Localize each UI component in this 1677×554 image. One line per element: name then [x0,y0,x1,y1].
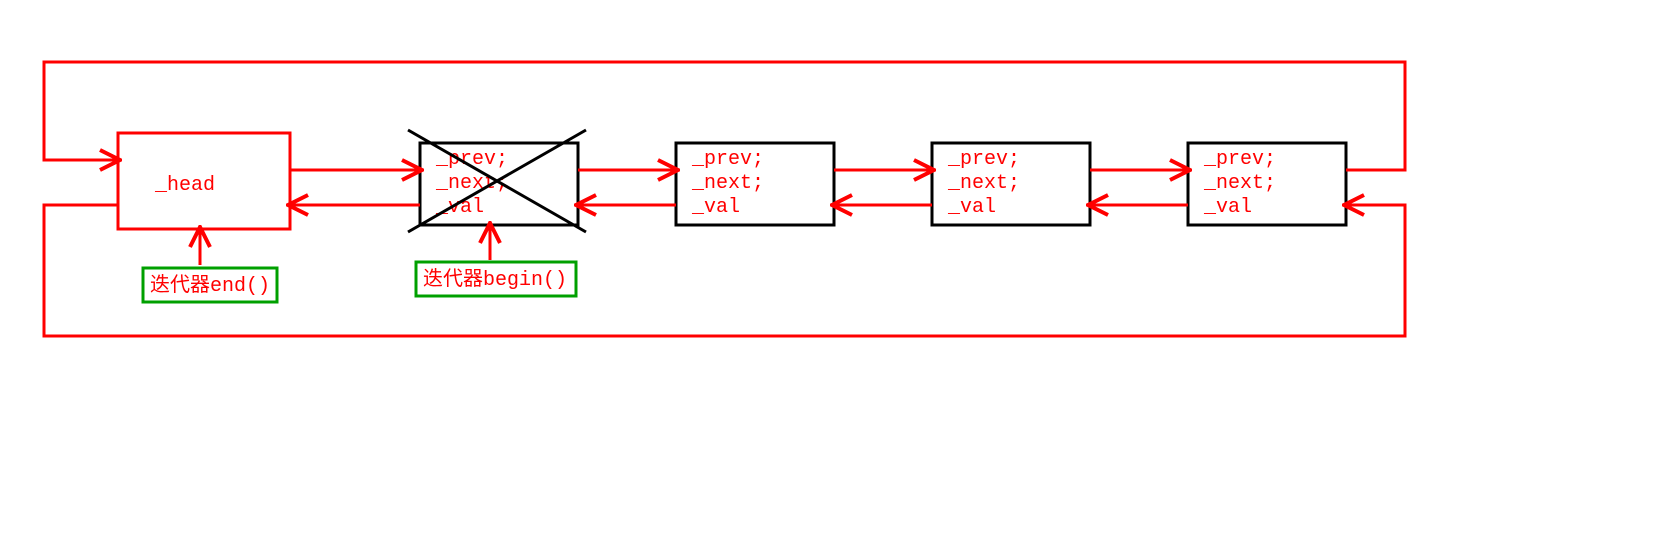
node4-val: _val [1203,196,1252,219]
node2-prev: _prev; [691,148,764,171]
iterator-begin-text: 迭代器begin() [423,267,567,292]
iterator-end-label-group: 迭代器end() [143,229,277,302]
node-2: _prev; _next; _val [676,143,834,225]
linked-list-diagram: _head _prev; _next; _val _prev; _next; _… [0,0,1677,554]
node4-prev: _prev; [1203,148,1276,171]
node-4: _prev; _next; _val [1188,143,1346,225]
node4-next: _next; [1203,172,1276,195]
node3-prev: _prev; [947,148,1020,171]
node-3: _prev; _next; _val [932,143,1090,225]
node2-next: _next; [691,172,764,195]
node3-next: _next; [947,172,1020,195]
node1-val: _val [435,196,484,219]
head-node: _head [118,133,290,229]
iterator-begin-label-group: 迭代器begin() [416,225,576,296]
node3-val: _val [947,196,996,219]
node-1: _prev; _next; _val [408,130,586,232]
iterator-end-text: 迭代器end() [150,273,270,298]
node2-val: _val [691,196,740,219]
node1-next: _next; [435,172,508,195]
head-label: _head [154,174,215,197]
